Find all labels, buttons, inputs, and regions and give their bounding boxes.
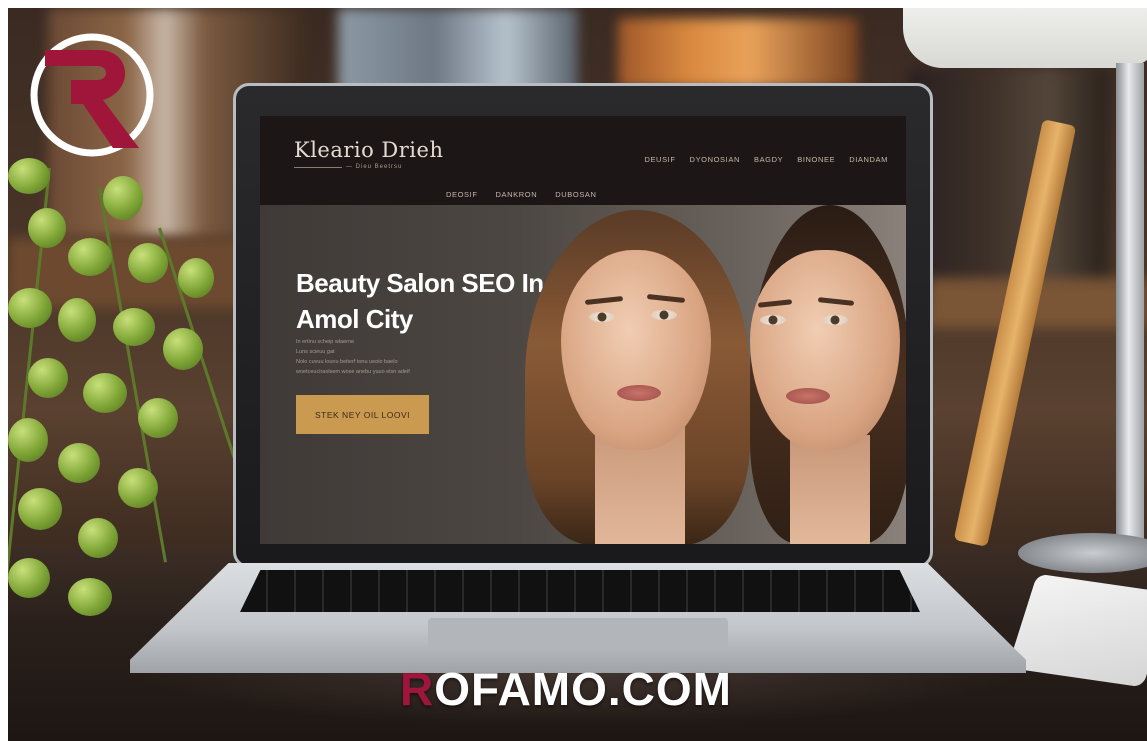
nav-item[interactable]: BAGDY bbox=[754, 155, 783, 164]
site-watermark: ROFAMO.COM bbox=[400, 662, 732, 716]
portrait-woman-left bbox=[525, 210, 755, 544]
main-nav: DEUSIF DYONOSIAN BAGDY BINONEE DIANDAM bbox=[644, 155, 888, 164]
photo-scene: Kleario Drieh — Dieu Beetrsu DEUSIF DYON… bbox=[8, 8, 1147, 741]
nav-item[interactable]: DEUSIF bbox=[644, 155, 675, 164]
laptop-trackpad bbox=[428, 618, 728, 650]
subnav-item[interactable]: DEOSIF bbox=[446, 190, 478, 199]
site-logo-tagline: — Dieu Beetrsu bbox=[346, 164, 403, 170]
watermark-r: R bbox=[400, 663, 435, 715]
subnav-item[interactable]: DANKRON bbox=[496, 190, 538, 199]
laptop-keyboard bbox=[240, 570, 920, 612]
lamp-shade bbox=[903, 8, 1147, 68]
nav-item[interactable]: DYONOSIAN bbox=[690, 155, 740, 164]
hero-text-line: In ertinu scheip wlaerne bbox=[296, 339, 355, 345]
lamp-pole bbox=[1116, 63, 1144, 563]
nav-item[interactable]: BINONEE bbox=[797, 155, 835, 164]
sub-nav: DEOSIF DANKRON DUBOSAN bbox=[446, 190, 597, 199]
bookshelf-blur bbox=[618, 18, 858, 88]
hero-text-line: woetceuciraolsem wose anebu yuuo elsn ad… bbox=[296, 369, 410, 375]
logo-divider bbox=[294, 167, 342, 168]
hero-title: Beauty Salon SEO In Amol City bbox=[296, 268, 544, 334]
site-logo[interactable]: Kleario Drieh bbox=[294, 138, 443, 162]
hero-text-line: Luns scieuu gat bbox=[296, 349, 335, 355]
site-header: Kleario Drieh — Dieu Beetrsu DEUSIF DYON… bbox=[260, 116, 906, 205]
portrait-woman-right bbox=[750, 205, 906, 544]
laptop-screen: Kleario Drieh — Dieu Beetrsu DEUSIF DYON… bbox=[260, 116, 906, 544]
hero-description: In ertinu scheip wlaerne Luns scieuu gat… bbox=[296, 337, 496, 377]
hero-text-line: Nolo cuvuu lounu beiterf tonu ueoio bael… bbox=[296, 359, 398, 365]
r-circle-logo-icon bbox=[30, 33, 154, 157]
nav-item[interactable]: DIANDAM bbox=[849, 155, 888, 164]
bookshelf-blur bbox=[908, 68, 1108, 298]
subnav-item[interactable]: DUBOSAN bbox=[555, 190, 596, 199]
cta-button[interactable]: STEK NEY OIL LOOVI bbox=[296, 395, 429, 434]
potted-plant bbox=[8, 148, 263, 638]
watermark-domain: OFAMO.COM bbox=[434, 663, 732, 715]
hero-section: Beauty Salon SEO In Amol City In ertinu … bbox=[260, 205, 906, 544]
